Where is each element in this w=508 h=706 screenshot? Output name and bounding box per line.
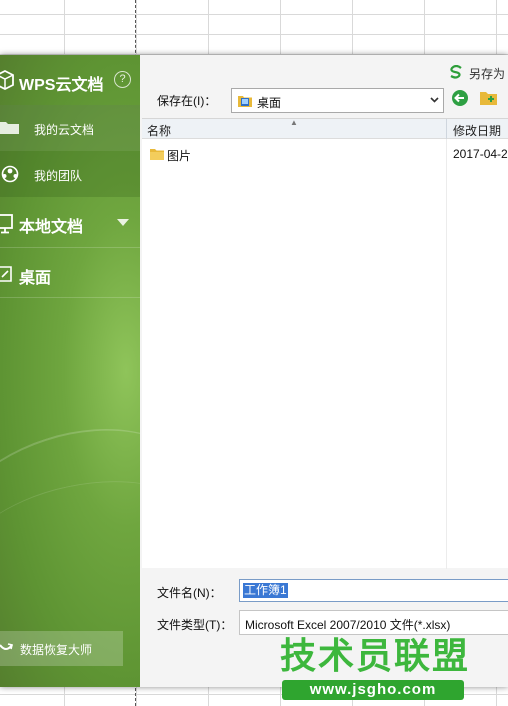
column-divider <box>446 139 447 569</box>
save-in-label: 保存在(I)： <box>157 94 217 108</box>
filename-selected-text: 工作簿1 <box>243 583 288 598</box>
back-arrow-icon[interactable] <box>451 89 469 110</box>
chevron-down-icon[interactable] <box>117 219 129 226</box>
save-location-select[interactable]: 桌面 <box>231 88 444 113</box>
sidebar-item-label: 我的云文档 <box>34 123 95 137</box>
file-list-header: 名称 ▲ 修改日期 <box>142 118 508 139</box>
column-header-modified[interactable]: 修改日期 <box>453 122 501 139</box>
help-icon[interactable]: ? <box>114 71 131 88</box>
filename-label: 文件名(N)： <box>157 586 222 600</box>
recovery-label: 数据恢复大师 <box>20 643 93 657</box>
cloud-folder-icon <box>0 119 20 138</box>
wps-cloud-logo-icon <box>0 69 14 93</box>
folder-icon <box>149 146 165 165</box>
column-header-name[interactable]: 名称 <box>147 122 171 139</box>
file-list: 名称 ▲ 修改日期 图片 2017-04-20 <box>142 118 508 569</box>
save-as-dialog: WPS云文档 ? 我的云文档 我的团队 本地文档 桌面 数据恢复大师 另存为 保… <box>0 55 508 687</box>
sidebar-title: WPS云文档 <box>19 77 104 94</box>
watermark-url: www.jsgho.com <box>309 681 437 698</box>
recovery-icon <box>0 641 14 658</box>
sidebar-item-label: 我的团队 <box>34 169 83 183</box>
sidebar-section-desktop[interactable]: 桌面 <box>0 248 140 298</box>
filetype-label: 文件类型(T)： <box>157 618 233 632</box>
dialog-title-text: 另存为 <box>469 66 506 81</box>
sidebar-item-my-team[interactable]: 我的团队 <box>0 151 140 197</box>
file-name: 图片 <box>167 149 192 163</box>
watermark: 技术员联盟 www.jsgho.com <box>280 636 470 702</box>
filename-input[interactable]: 工作簿1 <box>239 579 508 602</box>
monitor-icon <box>0 214 13 237</box>
watermark-title: 技术员联盟 <box>280 635 471 676</box>
team-icon <box>0 165 22 186</box>
desktop-folder-icon <box>237 93 253 112</box>
sidebar-section-label: 桌面 <box>19 270 52 287</box>
watermark-url-bar: www.jsgho.com <box>282 680 464 700</box>
sort-arrow-icon: ▲ <box>290 118 298 127</box>
wps-s-logo-icon <box>449 64 463 82</box>
sidebar-section-label: 本地文档 <box>19 219 84 236</box>
sidebar-header: WPS云文档 ? <box>0 55 140 105</box>
desktop-icon <box>0 265 13 286</box>
dialog-title: 另存为 <box>449 63 505 83</box>
cloud-group: 我的云文档 我的团队 <box>0 105 140 197</box>
save-location-value: 桌面 <box>257 96 282 110</box>
file-modified-date: 2017-04-20 <box>453 147 508 161</box>
sidebar-section-local-docs[interactable]: 本地文档 <box>0 197 140 248</box>
column-divider[interactable] <box>446 119 447 139</box>
sidebar-item-my-cloud-docs[interactable]: 我的云文档 <box>0 105 140 151</box>
new-folder-icon[interactable] <box>479 89 499 110</box>
filetype-select[interactable]: Microsoft Excel 2007/2010 文件(*.xlsx) <box>239 610 508 635</box>
file-row[interactable]: 图片 2017-04-20 <box>142 144 508 166</box>
chevron-down-icon <box>429 94 440 108</box>
wps-cloud-sidebar: WPS云文档 ? 我的云文档 我的团队 本地文档 桌面 数据恢复大师 <box>0 55 140 687</box>
filetype-value: Microsoft Excel 2007/2010 文件(*.xlsx) <box>245 618 451 632</box>
data-recovery-button[interactable]: 数据恢复大师 <box>0 631 123 666</box>
